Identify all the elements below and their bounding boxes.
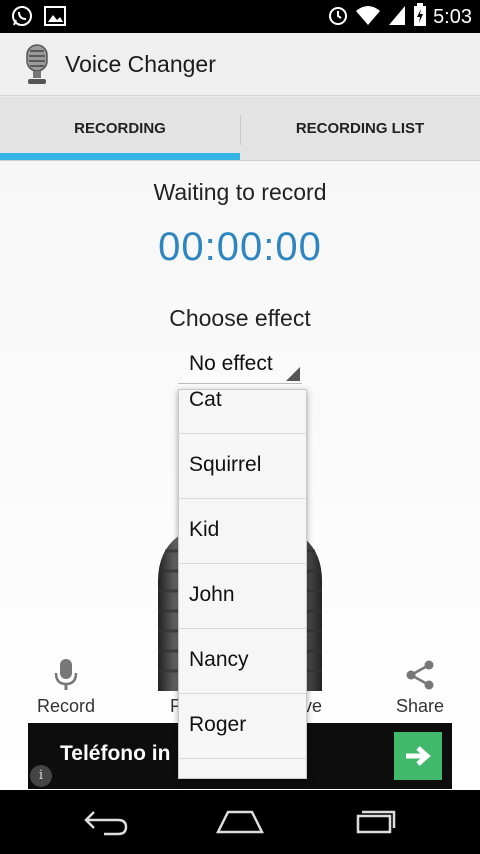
whatsapp-icon bbox=[10, 4, 34, 32]
record-button[interactable]: Record bbox=[6, 656, 126, 717]
choose-effect-label: Choose effect bbox=[169, 305, 311, 331]
clock: 5:03 bbox=[433, 5, 472, 28]
effect-option-nancy[interactable]: Nancy bbox=[179, 629, 306, 694]
navigation-bar bbox=[0, 790, 480, 854]
wifi-icon bbox=[355, 4, 381, 30]
home-icon[interactable] bbox=[210, 802, 270, 842]
status-bar: 5:03 bbox=[0, 0, 480, 33]
recording-timer: 00:00:00 bbox=[158, 225, 322, 269]
record-label: Record bbox=[36, 696, 96, 716]
effect-dropdown-list[interactable]: Cat Squirrel Kid John Nancy Roger bbox=[178, 389, 307, 779]
effect-option-roger[interactable]: Roger bbox=[179, 694, 306, 759]
selected-effect: No effect bbox=[189, 352, 273, 375]
arrow-right-icon bbox=[406, 746, 431, 766]
microphone-icon bbox=[6, 656, 126, 694]
tab-recording[interactable]: RECORDING bbox=[0, 97, 240, 160]
recent-apps-icon[interactable] bbox=[344, 802, 404, 842]
effect-spinner[interactable]: No effect bbox=[178, 344, 302, 384]
microphone-icon bbox=[20, 43, 54, 87]
effect-option-kid[interactable]: Kid bbox=[179, 499, 306, 564]
effect-option-john[interactable]: John bbox=[179, 564, 306, 629]
spinner-arrow-icon bbox=[286, 367, 300, 381]
recording-status: Waiting to record bbox=[153, 179, 327, 205]
app-title: Voice Changer bbox=[65, 51, 216, 77]
ad-arrow-button[interactable] bbox=[394, 732, 442, 780]
share-label: Share bbox=[395, 696, 445, 716]
ad-info-icon[interactable]: i bbox=[30, 765, 52, 787]
alarm-icon bbox=[327, 4, 349, 30]
action-bar: Voice Changer bbox=[0, 33, 480, 96]
battery-charging-icon bbox=[413, 3, 427, 31]
tab-recording-list[interactable]: RECORDING LIST bbox=[240, 97, 480, 160]
tab-divider bbox=[240, 115, 241, 145]
signal-icon bbox=[387, 4, 407, 30]
share-button[interactable]: Share bbox=[360, 656, 480, 717]
effect-option-squirrel[interactable]: Squirrel bbox=[179, 434, 306, 499]
ad-text: Teléfono in bbox=[60, 742, 171, 765]
share-icon bbox=[360, 656, 480, 694]
back-icon[interactable] bbox=[76, 802, 136, 842]
image-icon bbox=[44, 6, 66, 30]
effect-option-cat[interactable]: Cat bbox=[179, 390, 306, 434]
